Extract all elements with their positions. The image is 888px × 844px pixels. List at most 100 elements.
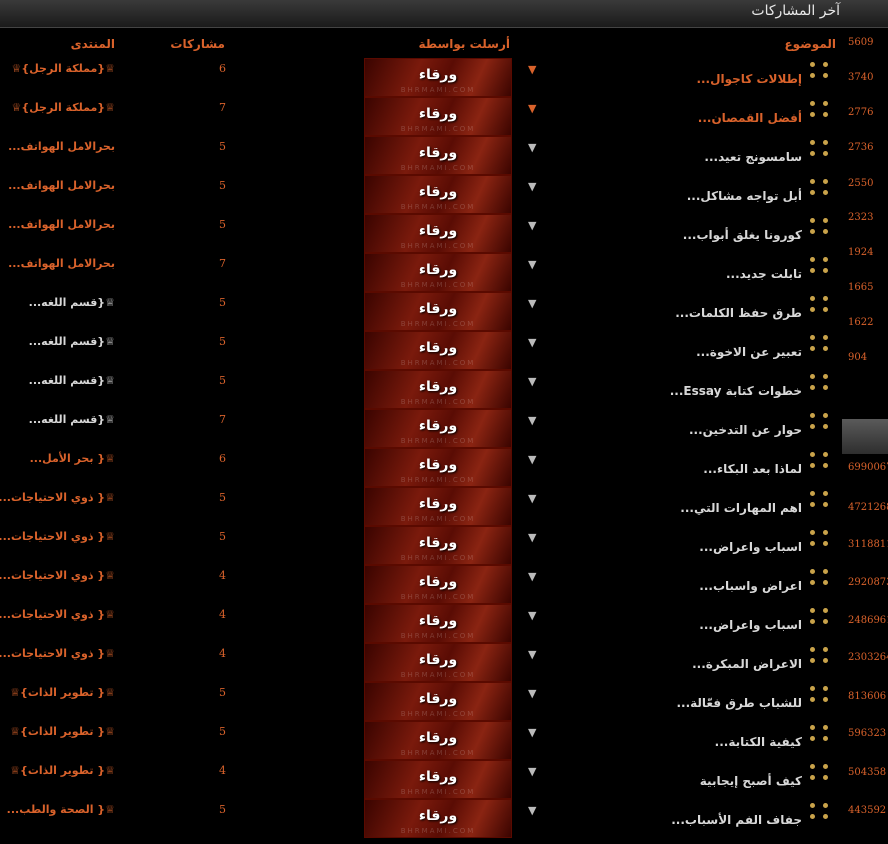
author-name: ورقاء xyxy=(418,262,458,278)
author-banner[interactable]: ورقاء BHRMAMI.COM xyxy=(364,136,512,175)
thread-title-link[interactable]: اهم المهارات التي... xyxy=(680,501,802,515)
view-last-post-icon[interactable]: ▼ xyxy=(528,141,536,154)
thread-row: كورونا يغلق أبواب... xyxy=(560,216,840,255)
view-last-post-icon[interactable]: ▼ xyxy=(528,102,536,115)
author-banner[interactable]: ورقاء BHRMAMI.COM xyxy=(364,682,512,721)
author-banner[interactable]: ورقاء BHRMAMI.COM xyxy=(364,292,512,331)
author-banner[interactable]: ورقاء BHRMAMI.COM xyxy=(364,331,512,370)
author-banner[interactable]: ورقاء BHRMAMI.COM xyxy=(364,97,512,136)
thread-title-link[interactable]: الاعراض المبكرة... xyxy=(692,657,802,671)
author-name: ورقاء xyxy=(418,418,458,434)
view-last-post-icon[interactable]: ▼ xyxy=(528,297,536,310)
forum-link[interactable]: ♕{مملكة الرجل}♕ xyxy=(12,62,115,75)
author-banner[interactable]: ورقاء BHRMAMI.COM xyxy=(364,253,512,292)
author-banner[interactable]: ورقاء BHRMAMI.COM xyxy=(364,175,512,214)
author-banner[interactable]: ورقاء BHRMAMI.COM xyxy=(364,760,512,799)
stat-value: 2736 xyxy=(848,142,874,153)
thread-title-link[interactable]: تابلت جديد... xyxy=(726,267,802,281)
thread-title-link[interactable]: خطوات كتابة Essay... xyxy=(670,384,802,398)
author-banner[interactable]: ورقاء BHRMAMI.COM xyxy=(364,604,512,643)
thread-title-link[interactable]: تعبير عن الاخوة... xyxy=(696,345,802,359)
section-header: آخر المشاركات xyxy=(0,0,888,28)
thread-title-link[interactable]: كورونا يغلق أبواب... xyxy=(683,228,802,242)
thread-status-icon xyxy=(810,140,832,162)
stat-value: 6990067 xyxy=(848,462,888,473)
author-banner[interactable]: ورقاء BHRMAMI.COM xyxy=(364,58,512,97)
forum-link[interactable]: بحرالامل الهواتف... xyxy=(8,218,115,231)
forum-link[interactable]: ♕{ ذوي الاحتياجات... xyxy=(0,530,115,543)
forum-link[interactable]: ♕{ الصحة والطب... xyxy=(7,803,115,816)
author-name: ورقاء xyxy=(418,691,458,707)
thread-title-link[interactable]: إطلالات كاجوال... xyxy=(696,72,802,86)
thread-title-link[interactable]: للشباب طرق فعّالة... xyxy=(676,696,802,710)
view-last-post-icon[interactable]: ▼ xyxy=(528,687,536,700)
author-banner[interactable]: ورقاء BHRMAMI.COM xyxy=(364,643,512,682)
forum-link[interactable]: ♕{ تطوير الذات}♕ xyxy=(10,686,115,699)
view-last-post-icon[interactable]: ▼ xyxy=(528,375,536,388)
thread-title-link[interactable]: كيفية الكتابة... xyxy=(715,735,802,749)
author-banner[interactable]: ورقاء BHRMAMI.COM xyxy=(364,526,512,565)
stat-value: 504358 xyxy=(848,767,887,778)
forum-link[interactable]: ♕{قسم اللغه... xyxy=(29,374,115,387)
view-last-post-icon[interactable]: ▼ xyxy=(528,180,536,193)
view-last-post-icon[interactable]: ▼ xyxy=(528,726,536,739)
thread-title-link[interactable]: جفاف الفم الأسباب... xyxy=(671,813,802,827)
thread-row: اسباب واعراض... xyxy=(560,528,840,567)
forum-link[interactable]: بحرالامل الهواتف... xyxy=(8,140,115,153)
thread-title-link[interactable]: لماذا بعد البكاء... xyxy=(703,462,802,476)
forum-link[interactable]: ♕{قسم اللغه... xyxy=(29,413,115,426)
post-count: 5 xyxy=(219,725,226,738)
thread-title-link[interactable]: أبل تواجه مشاكل... xyxy=(687,189,802,203)
thread-status-icon xyxy=(810,413,832,435)
author-banner[interactable]: ورقاء BHRMAMI.COM xyxy=(364,409,512,448)
author-banner[interactable]: ورقاء BHRMAMI.COM xyxy=(364,487,512,526)
view-last-post-icon[interactable]: ▼ xyxy=(528,804,536,817)
forum-link[interactable]: ♕{مملكة الرجل}♕ xyxy=(12,101,115,114)
view-last-post-icon[interactable]: ▼ xyxy=(528,531,536,544)
author-banner[interactable]: ورقاء BHRMAMI.COM xyxy=(364,799,512,838)
forum-link[interactable]: ♕{قسم اللغه... xyxy=(29,335,115,348)
thread-title-link[interactable]: كيف أصبح إيجابية xyxy=(700,774,802,788)
view-last-post-icon[interactable]: ▼ xyxy=(528,648,536,661)
forum-link[interactable]: ♕{ ذوي الاحتياجات... xyxy=(0,491,115,504)
forum-link[interactable]: ♕{ تطوير الذات}♕ xyxy=(10,725,115,738)
forum-link[interactable]: بحرالامل الهواتف... xyxy=(8,179,115,192)
forum-link[interactable]: بحرالامل الهواتف... xyxy=(8,257,115,270)
author-banner[interactable]: ورقاء BHRMAMI.COM xyxy=(364,565,512,604)
thread-title-link[interactable]: طرق حفظ الكلمات... xyxy=(675,306,802,320)
author-banner[interactable]: ورقاء BHRMAMI.COM xyxy=(364,214,512,253)
author-banner[interactable]: ورقاء BHRMAMI.COM xyxy=(364,370,512,409)
stat-value: 2920873 xyxy=(848,577,888,588)
column-header-posts: مشاركات xyxy=(170,37,225,51)
author-banner[interactable]: ورقاء BHRMAMI.COM xyxy=(364,448,512,487)
view-last-post-icon[interactable]: ▼ xyxy=(528,336,536,349)
forum-link[interactable]: ♕{ ذوي الاحتياجات... xyxy=(0,647,115,660)
banner-watermark: BHRMAMI.COM xyxy=(400,515,476,523)
thread-title-link[interactable]: اعراض واسباب... xyxy=(699,579,802,593)
banner-watermark: BHRMAMI.COM xyxy=(400,827,476,835)
view-last-post-icon[interactable]: ▼ xyxy=(528,453,536,466)
banner-watermark: BHRMAMI.COM xyxy=(400,710,476,718)
thread-title-link[interactable]: سامسونج تعيد... xyxy=(704,150,802,164)
view-last-post-icon[interactable]: ▼ xyxy=(528,609,536,622)
view-last-post-icon[interactable]: ▼ xyxy=(528,219,536,232)
view-last-post-icon[interactable]: ▼ xyxy=(528,63,536,76)
thread-title-link[interactable]: اسباب واعراض... xyxy=(699,618,802,632)
forum-link[interactable]: ♕{ تطوير الذات}♕ xyxy=(10,764,115,777)
view-last-post-icon[interactable]: ▼ xyxy=(528,414,536,427)
stat-value: 4721268 xyxy=(848,502,888,513)
thread-title-link[interactable]: حوار عن التدخين... xyxy=(689,423,802,437)
author-banner[interactable]: ورقاء BHRMAMI.COM xyxy=(364,721,512,760)
forum-link[interactable]: ♕{قسم اللغه... xyxy=(29,296,115,309)
forum-link[interactable]: ♕{ بحر الأمل... xyxy=(30,452,115,465)
thread-status-icon xyxy=(810,764,832,786)
banner-watermark: BHRMAMI.COM xyxy=(400,476,476,484)
view-last-post-icon[interactable]: ▼ xyxy=(528,570,536,583)
thread-title-link[interactable]: أفضل القمصان... xyxy=(698,111,802,125)
view-last-post-icon[interactable]: ▼ xyxy=(528,258,536,271)
forum-link[interactable]: ♕{ ذوي الاحتياجات... xyxy=(0,569,115,582)
thread-title-link[interactable]: اسباب واعراض... xyxy=(699,540,802,554)
view-last-post-icon[interactable]: ▼ xyxy=(528,492,536,505)
view-last-post-icon[interactable]: ▼ xyxy=(528,765,536,778)
forum-link[interactable]: ♕{ ذوي الاحتياجات... xyxy=(0,608,115,621)
